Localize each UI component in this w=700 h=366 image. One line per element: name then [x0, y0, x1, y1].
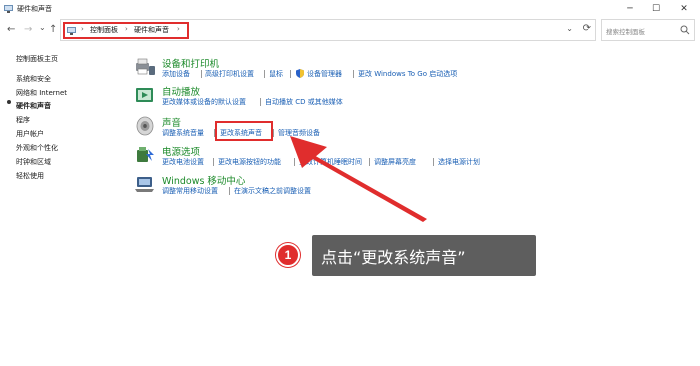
close-button[interactable]: ✕ — [670, 0, 698, 18]
sidebar-item-network[interactable]: 网络和 Internet — [16, 88, 67, 98]
category-title[interactable]: 自动播放 — [162, 84, 200, 98]
link-divider — [260, 98, 261, 106]
link-windows-to-go[interactable]: 更改 Windows To Go 启动选项 — [358, 69, 457, 79]
link-choose-power-plan[interactable]: 选择电源计划 — [438, 157, 480, 167]
forward-arrow-icon: → — [24, 24, 33, 35]
control-panel-icon — [4, 5, 13, 13]
link-battery-settings[interactable]: 更改电池设置 — [162, 157, 204, 167]
breadcrumb-hardware-sound[interactable]: 硬件和声音 — [134, 25, 169, 35]
link-advanced-printer-settings[interactable]: 高级打印机设置 — [205, 69, 254, 79]
link-divider — [213, 158, 214, 166]
link-divider — [273, 129, 274, 137]
category-title[interactable]: 电源选项 — [162, 144, 200, 158]
refresh-icon[interactable]: ⟳ — [583, 23, 591, 34]
control-panel-icon — [67, 27, 76, 35]
address-bar[interactable]: › 控制面板 › 硬件和声音 › ⌄ ⟳ — [60, 19, 596, 41]
window-title: 硬件和声音 — [17, 5, 52, 13]
sidebar-item-appearance[interactable]: 外观和个性化 — [16, 143, 58, 153]
maximize-icon: ☐ — [651, 4, 661, 14]
sidebar-item-programs[interactable]: 程序 — [16, 115, 30, 125]
sidebar-item-home[interactable]: 控制面板主页 — [16, 54, 58, 64]
breadcrumb-separator: › — [81, 25, 84, 33]
battery-icon — [137, 147, 154, 162]
link-divider — [201, 70, 202, 78]
link-change-media-defaults[interactable]: 更改媒体或设备的默认设置 — [162, 97, 246, 107]
up-arrow-icon: ↑ — [49, 24, 58, 35]
link-divider — [229, 187, 230, 195]
address-dropdown-icon[interactable]: ⌄ — [566, 24, 573, 33]
shield-icon — [296, 69, 304, 78]
link-autoplay-cd[interactable]: 自动播放 CD 或其他媒体 — [265, 97, 343, 107]
recent-locations-button[interactable]: ⌄ — [39, 22, 46, 34]
link-presentation-settings[interactable]: 在演示文稿之前调整设置 — [234, 186, 311, 196]
link-adjust-volume[interactable]: 调整系统音量 — [162, 128, 204, 138]
link-power-button-function[interactable]: 更改电源按钮的功能 — [218, 157, 281, 167]
minimize-icon: ─ — [627, 4, 633, 14]
mobility-center-icon — [135, 177, 154, 192]
close-icon: ✕ — [680, 4, 688, 14]
link-divider — [290, 70, 291, 78]
active-bullet-icon — [7, 100, 11, 104]
breadcrumb-control-panel[interactable]: 控制面板 — [90, 25, 118, 35]
step-number-badge: 1 — [276, 243, 300, 267]
back-arrow-icon: ← — [7, 24, 16, 35]
breadcrumb-separator: › — [177, 25, 180, 33]
sidebar-item-clock-region[interactable]: 时钟和区域 — [16, 157, 51, 167]
category-title[interactable]: 声音 — [162, 115, 181, 129]
link-device-manager[interactable]: 设备管理器 — [307, 69, 342, 79]
link-sleep-time[interactable]: 更改计算机睡眠时间 — [299, 157, 362, 167]
sidebar-item-user-accounts[interactable]: 用户帐户 — [16, 129, 44, 139]
maximize-button[interactable]: ☐ — [642, 0, 670, 18]
link-divider — [353, 70, 354, 78]
title-bar: 硬件和声音 ─ ☐ ✕ — [0, 0, 700, 18]
annotation-arrow — [290, 136, 427, 222]
search-icon — [680, 25, 690, 35]
sound-link-highlight-box — [215, 121, 273, 141]
link-screen-brightness[interactable]: 调整屏幕亮度 — [374, 157, 416, 167]
breadcrumb-separator: › — [125, 25, 128, 33]
search-placeholder: 搜索控制面板 — [606, 28, 645, 36]
up-button[interactable]: ↑ — [49, 24, 57, 36]
link-divider — [264, 70, 265, 78]
back-button[interactable]: ← — [7, 24, 15, 36]
link-mouse[interactable]: 鼠标 — [269, 69, 283, 79]
link-mobility-settings[interactable]: 调整常用移动设置 — [162, 186, 218, 196]
link-divider — [369, 158, 370, 166]
link-divider — [294, 158, 295, 166]
annotation-callout: 点击“更改系统声音” — [312, 235, 536, 276]
forward-button[interactable]: → — [24, 24, 32, 36]
sidebar-item-system-security[interactable]: 系统和安全 — [16, 74, 51, 84]
sidebar-item-hardware-sound[interactable]: 硬件和声音 — [16, 101, 51, 111]
category-title[interactable]: Windows 移动中心 — [162, 173, 245, 187]
link-divider — [433, 158, 434, 166]
minimize-button[interactable]: ─ — [616, 0, 644, 18]
printer-icon — [136, 58, 155, 75]
link-manage-audio-devices[interactable]: 管理音频设备 — [278, 128, 320, 138]
category-title[interactable]: 设备和打印机 — [162, 56, 219, 70]
sidebar-item-ease-of-access[interactable]: 轻松使用 — [16, 171, 44, 181]
search-box[interactable]: 搜索控制面板 — [601, 19, 695, 41]
speaker-icon — [136, 116, 154, 136]
link-add-device[interactable]: 添加设备 — [162, 69, 190, 79]
callout-text: 点击“更改系统声音” — [321, 247, 466, 267]
autoplay-icon — [136, 88, 153, 102]
chevron-down-icon: ⌄ — [39, 23, 46, 32]
